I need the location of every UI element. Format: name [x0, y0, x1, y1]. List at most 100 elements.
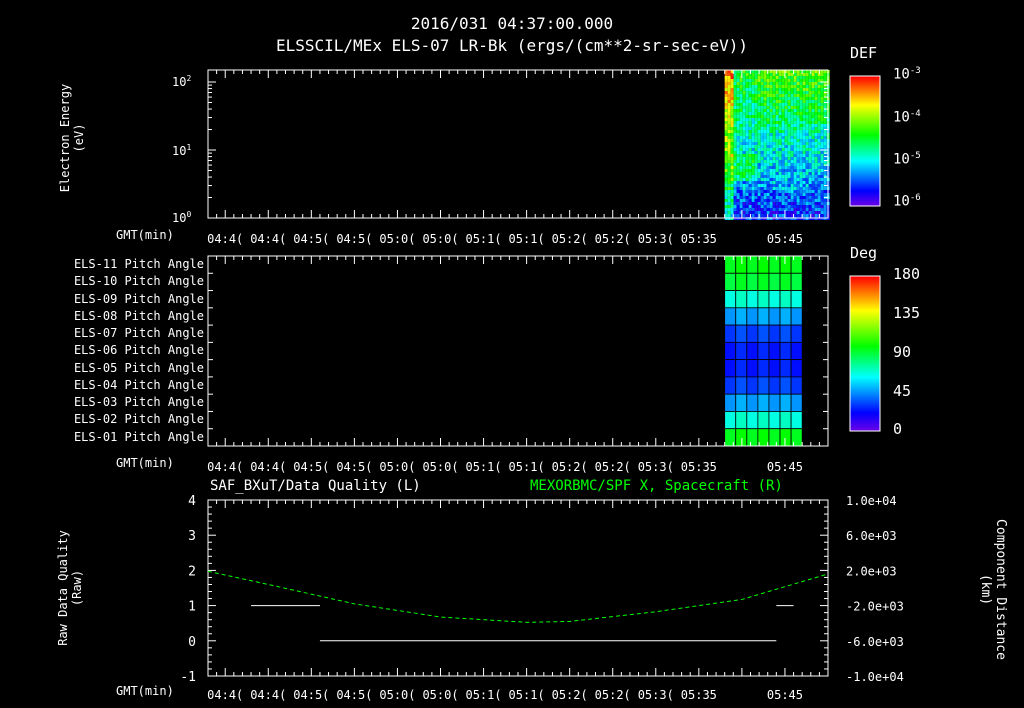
spectrogram-cell [751, 181, 755, 184]
spectrogram-cell [730, 100, 734, 103]
spectrogram-cell [760, 199, 764, 202]
spectrogram-cell [748, 130, 752, 133]
spectrogram-cell [727, 112, 731, 115]
spectrogram-cell [811, 175, 815, 178]
spectrogram-cell [802, 133, 806, 136]
spectrogram-cell [751, 142, 755, 145]
spectrogram-cell [811, 172, 815, 175]
spectrogram-cell [742, 106, 746, 109]
spectrogram-cell [739, 154, 743, 157]
spectrogram-cell [799, 175, 803, 178]
spectrogram-cell [811, 112, 815, 115]
spectrogram-cell [775, 100, 779, 103]
spectrogram-cell [808, 88, 812, 91]
spectrogram-cell [739, 115, 743, 118]
spectrogram-cell [778, 193, 782, 196]
spectrogram-cell [808, 199, 812, 202]
spectrogram-cell [793, 124, 797, 127]
spectrogram-cell [784, 199, 788, 202]
spectrogram-cell [814, 136, 818, 139]
spectrogram-cell [817, 130, 821, 133]
spectrogram-cell [790, 109, 794, 112]
spectrogram-cell [802, 100, 806, 103]
spectrogram-cell [757, 112, 761, 115]
spectrogram-cell [781, 79, 785, 82]
spectrogram-cell [820, 133, 824, 136]
spectrogram-cell [787, 193, 791, 196]
spectrogram-cell [727, 118, 731, 121]
spectrogram-cell [763, 205, 767, 208]
spectrogram-cell [757, 148, 761, 151]
spectrogram-cell [724, 148, 728, 151]
spectrogram-cell [754, 100, 758, 103]
spectrogram-cell [733, 199, 737, 202]
spectrogram-cell [730, 211, 734, 214]
pitch-angle-cell [724, 272, 737, 291]
spectrogram-cell [805, 208, 809, 211]
spectrogram-cell [787, 154, 791, 157]
spectrogram-cell [811, 124, 815, 127]
spectrogram-cell [757, 106, 761, 109]
spectrogram-cell [733, 82, 737, 85]
spectrogram-cell [739, 184, 743, 187]
spectrogram-cell [817, 88, 821, 91]
spectrogram-cell [799, 109, 803, 112]
spectrogram-cell [787, 157, 791, 160]
spectrogram-cell [730, 76, 734, 79]
spectrogram-cell [766, 100, 770, 103]
spectrogram-cell [742, 76, 746, 79]
spectrogram-cell [736, 103, 740, 106]
spectrogram-cell [787, 175, 791, 178]
spectrogram-cell [805, 166, 809, 169]
spectrogram-cell [778, 202, 782, 205]
spectrogram-cell [736, 199, 740, 202]
spectrogram-cell [757, 160, 761, 163]
spectrogram-cell [805, 157, 809, 160]
spectrogram-cell [760, 154, 764, 157]
spectrogram-cell [733, 133, 737, 136]
spectrogram-cell [724, 154, 728, 157]
pitch-angle-cell [735, 341, 748, 361]
spectrogram-cell [775, 154, 779, 157]
spectrogram-cell [778, 205, 782, 208]
spectrogram-cell [820, 100, 824, 103]
spectrogram-cell [808, 157, 812, 160]
spectrogram-cell [820, 202, 824, 205]
spectrogram-cell [793, 88, 797, 91]
spectrogram-cell [805, 94, 809, 97]
spectrogram-cell [808, 130, 812, 133]
spectrogram-cell [814, 142, 818, 145]
spectrogram-cell [784, 154, 788, 157]
spectrogram-cell [787, 202, 791, 205]
spectrogram-cell [730, 85, 734, 88]
spectrogram-cell [820, 163, 824, 166]
spectrogram-cell [775, 202, 779, 205]
spectrogram-cell [802, 190, 806, 193]
spectrogram-cell [766, 76, 770, 79]
spectrogram-cell [823, 139, 827, 142]
spectrogram-cell [739, 175, 743, 178]
spectrogram-cell [745, 97, 749, 100]
spectrogram-cell [751, 76, 755, 79]
spectrogram-cell [799, 118, 803, 121]
spectrogram-cell [745, 82, 749, 85]
spectrogram-cell [784, 127, 788, 130]
spectrogram-cell [793, 130, 797, 133]
spectrogram-cell [751, 97, 755, 100]
spectrogram-cell [793, 166, 797, 169]
spectrogram-cell [745, 115, 749, 118]
spectrogram-cell [811, 199, 815, 202]
spectrogram-cell [781, 211, 785, 214]
quality-tick-label: 4 [188, 494, 196, 509]
spectrogram-cell [742, 211, 746, 214]
spectrogram-cell [811, 190, 815, 193]
spectrogram-cell [781, 118, 785, 121]
spectrogram-cell [763, 196, 767, 199]
spectrogram-cell [736, 142, 740, 145]
spectrogram-cell [736, 148, 740, 151]
spectrogram-cell [763, 109, 767, 112]
spectrogram-cell [751, 145, 755, 148]
spectrogram-cell [820, 151, 824, 154]
spectrogram-cell [736, 118, 740, 121]
spectrogram-cell [823, 202, 827, 205]
